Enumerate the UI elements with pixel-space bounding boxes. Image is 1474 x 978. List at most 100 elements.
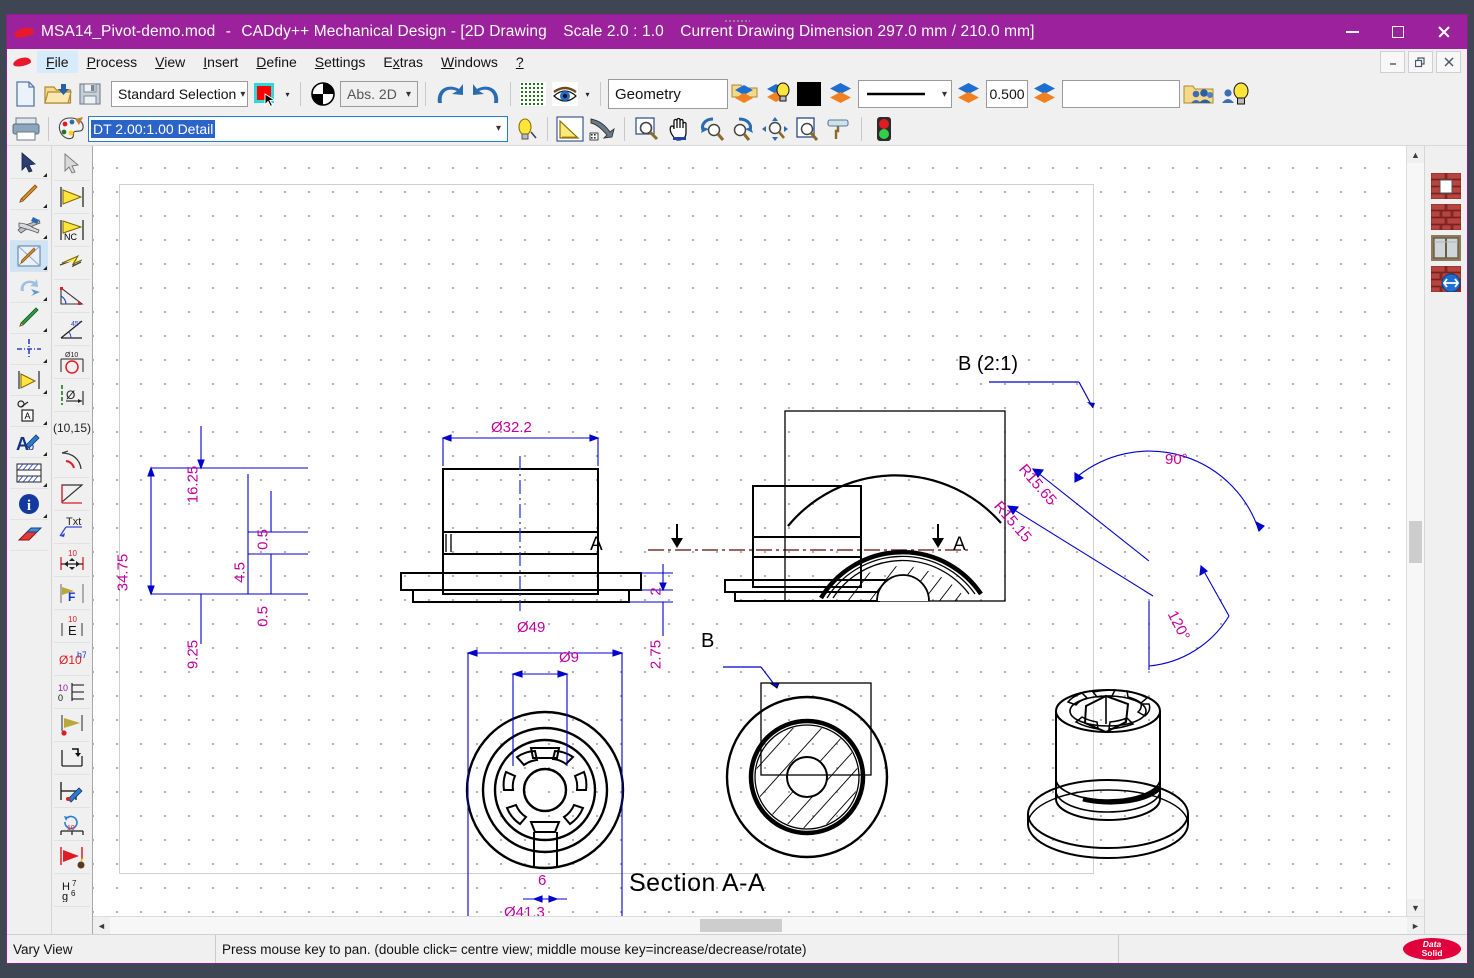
diameter-circle-tool[interactable]: Ø10 xyxy=(54,346,90,379)
tolerance-tool[interactable]: 10 0 xyxy=(54,676,90,709)
grid-toggle-button[interactable] xyxy=(518,79,548,109)
arc-dim-tool[interactable] xyxy=(54,445,90,478)
selection-mode-combo[interactable]: Standard Selection ▾ xyxy=(111,81,248,107)
new-file-button[interactable] xyxy=(11,79,41,109)
color-palette-button[interactable] xyxy=(56,114,86,144)
layer-color-swatch[interactable] xyxy=(794,79,824,109)
dimension-nc-tool[interactable]: NC xyxy=(54,214,90,247)
scroll-down-button[interactable]: ▼ xyxy=(1407,899,1424,916)
visibility-dropdown-arrow[interactable]: ▾ xyxy=(582,90,593,99)
dim-format-tool[interactable]: F xyxy=(54,577,90,610)
group-folder-button[interactable] xyxy=(1182,79,1216,109)
window-close-button[interactable] xyxy=(1421,15,1467,49)
menu-item-view[interactable]: View xyxy=(146,51,194,73)
zoom-all-button[interactable] xyxy=(760,114,790,144)
open-file-button[interactable] xyxy=(43,79,73,109)
menu-item-process[interactable]: Process xyxy=(78,51,147,73)
centerline-tool[interactable] xyxy=(10,334,48,365)
taper-tool[interactable] xyxy=(54,478,90,511)
visibility-eye-button[interactable] xyxy=(550,79,580,109)
zoom-page-button[interactable] xyxy=(792,114,822,144)
dimension-tool[interactable] xyxy=(10,365,48,396)
vertical-scrollbar[interactable]: ▲ ▼ xyxy=(1406,146,1424,916)
fit-tolerance-tool[interactable]: Ø10 h7 xyxy=(54,643,90,676)
coordinate-tool[interactable]: (10,15) xyxy=(53,412,91,445)
pencil-draw-tool[interactable] xyxy=(10,179,48,210)
layer-open-button[interactable] xyxy=(730,79,760,109)
wall-modify-icon-button[interactable] xyxy=(1429,263,1463,294)
scroll-right-button[interactable]: ► xyxy=(1407,917,1424,934)
vertical-scroll-thumb[interactable] xyxy=(1409,521,1422,563)
transform-tool[interactable] xyxy=(10,272,48,303)
dim-point-tool[interactable] xyxy=(54,709,90,742)
menu-item-settings[interactable]: Settings xyxy=(306,51,375,73)
extra-text-field[interactable] xyxy=(1062,80,1180,108)
pan-hand-button[interactable] xyxy=(664,114,694,144)
color-dropdown-arrow[interactable]: ▾ xyxy=(282,90,293,99)
eraser-tool[interactable] xyxy=(10,520,48,551)
group-light-button[interactable] xyxy=(1218,79,1252,109)
mdi-restore-button[interactable] xyxy=(1408,51,1433,73)
undo-button[interactable] xyxy=(433,79,467,109)
window-icon-button[interactable] xyxy=(1429,232,1463,263)
trim-extend-tool[interactable] xyxy=(10,241,48,272)
layer-stack-button-1[interactable] xyxy=(826,79,856,109)
zoom-in-button[interactable] xyxy=(728,114,758,144)
horizontal-scrollbar[interactable]: ◄ ► xyxy=(93,916,1424,934)
dim-edit-tool[interactable]: 10 E xyxy=(54,610,90,643)
scroll-left-button[interactable]: ◄ xyxy=(93,917,110,934)
menu-item-define[interactable]: Define xyxy=(247,51,305,73)
line-width-field[interactable]: 0.500 xyxy=(986,80,1028,108)
snap-eagle-button[interactable] xyxy=(587,114,617,144)
dimension-linear-tool[interactable] xyxy=(54,181,90,214)
dim-move-tool[interactable]: 10 xyxy=(54,544,90,577)
fit-hg-tool[interactable]: H7g6 xyxy=(54,874,90,907)
hatch-tool[interactable] xyxy=(10,458,48,489)
zoom-out-button[interactable] xyxy=(696,114,726,144)
layer-name-field[interactable]: Geometry xyxy=(608,79,728,109)
color-swatch-button[interactable] xyxy=(250,79,280,109)
dim-rotate-tool[interactable]: 10 xyxy=(54,808,90,841)
layer-stack-button-2[interactable] xyxy=(954,79,984,109)
menu-item-extras[interactable]: Extras xyxy=(374,51,432,73)
surface-finish-tool[interactable]: A xyxy=(10,396,48,427)
modify-pliers-tool[interactable] xyxy=(10,210,48,241)
green-pencil-tool[interactable] xyxy=(10,303,48,334)
menu-item-file[interactable]: File xyxy=(37,51,78,73)
view-select-combo[interactable]: DT 2.00:1.00 Detail ▾ xyxy=(88,115,508,142)
menu-item-help[interactable]: ? xyxy=(507,51,533,73)
zoom-window-button[interactable] xyxy=(632,114,662,144)
scroll-up-button[interactable]: ▲ xyxy=(1407,146,1424,163)
layer-stack-button-3[interactable] xyxy=(1030,79,1060,109)
dimension-chain-tool[interactable] xyxy=(54,247,90,280)
text-leader-tool[interactable]: Txt xyxy=(54,511,90,544)
mdi-close-button[interactable] xyxy=(1436,51,1461,73)
light-bulb-button[interactable] xyxy=(510,114,540,144)
menu-item-insert[interactable]: Insert xyxy=(194,51,247,73)
horizontal-scroll-thumb[interactable] xyxy=(700,919,782,932)
dim-paint-tool[interactable] xyxy=(54,775,90,808)
horizontal-scroll-track[interactable] xyxy=(110,917,1407,934)
pointer-grey-tool[interactable] xyxy=(54,148,90,181)
menu-item-windows[interactable]: Windows xyxy=(432,51,507,73)
window-maximize-button[interactable] xyxy=(1375,15,1421,49)
text-tool[interactable]: Ab xyxy=(10,427,48,458)
linetype-combo[interactable]: ▾ xyxy=(858,80,952,108)
angle-tool[interactable]: 45° xyxy=(54,313,90,346)
traffic-light-button[interactable] xyxy=(869,114,899,144)
dim-delete-tool[interactable] xyxy=(54,841,90,874)
redraw-roller-button[interactable] xyxy=(824,114,854,144)
arrow-select-tool[interactable] xyxy=(10,148,48,179)
mdi-minimize-button[interactable] xyxy=(1380,51,1405,73)
redo-button[interactable] xyxy=(469,79,503,109)
layer-light-button[interactable] xyxy=(762,79,792,109)
wall-opening-icon-button[interactable] xyxy=(1429,170,1463,201)
window-minimize-button[interactable] xyxy=(1329,15,1375,49)
dim-step-tool[interactable] xyxy=(54,742,90,775)
toolbar-grip[interactable] xyxy=(724,19,750,24)
angle-dimension-tool[interactable] xyxy=(54,280,90,313)
coordinate-mode-combo[interactable]: Abs. 2D ▾ xyxy=(340,81,418,107)
print-button[interactable] xyxy=(11,114,41,144)
wall-solid-icon-button[interactable] xyxy=(1429,201,1463,232)
coordinate-mode-icon-button[interactable] xyxy=(308,79,338,109)
